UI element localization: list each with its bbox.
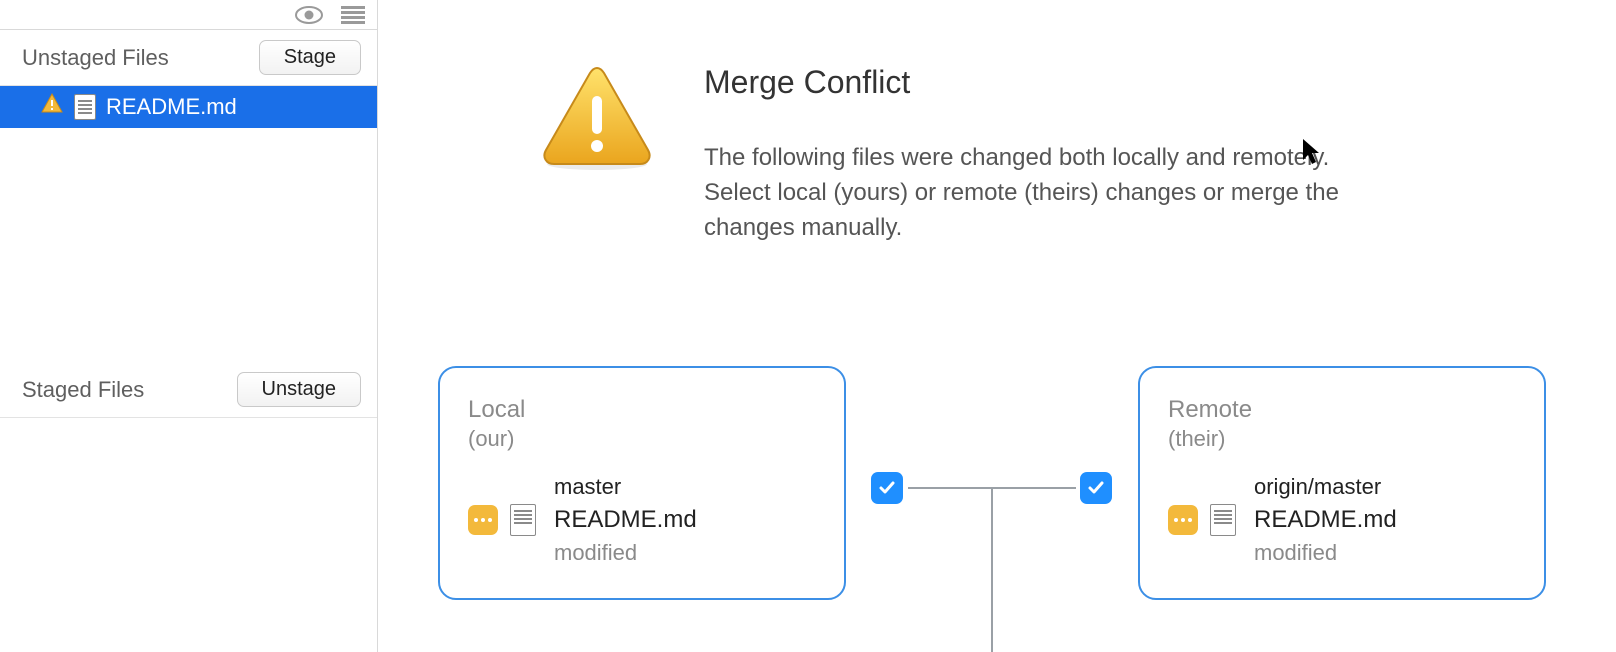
local-branch: master xyxy=(554,474,697,500)
unstage-button[interactable]: Unstage xyxy=(237,372,362,407)
local-file: README.md xyxy=(554,506,697,534)
document-icon xyxy=(74,94,96,120)
remote-branch: origin/master xyxy=(1254,474,1397,500)
remote-subheading: (their) xyxy=(1168,426,1520,452)
unstaged-file-list: README.md xyxy=(0,86,377,128)
staged-file-list xyxy=(0,418,377,652)
remote-card[interactable]: Remote (their) origin/master README.md m… xyxy=(1138,366,1546,600)
remote-heading: Remote xyxy=(1168,396,1520,424)
eye-icon[interactable] xyxy=(295,6,323,24)
document-icon xyxy=(1210,504,1236,536)
local-status: modified xyxy=(554,540,697,566)
file-row[interactable]: README.md xyxy=(0,86,377,128)
modified-badge-icon xyxy=(468,505,498,535)
local-card[interactable]: Local (our) master README.md modified xyxy=(438,366,846,600)
sidebar-toolbar xyxy=(0,0,377,30)
document-icon xyxy=(510,504,536,536)
local-heading: Local xyxy=(468,396,820,424)
remote-status: modified xyxy=(1254,540,1397,566)
warning-icon xyxy=(40,92,64,122)
remote-file: README.md xyxy=(1254,506,1397,534)
local-checkbox[interactable] xyxy=(871,472,903,504)
modified-badge-icon xyxy=(1168,505,1198,535)
conflict-description: The following files were changed both lo… xyxy=(704,141,1364,245)
stage-button[interactable]: Stage xyxy=(259,40,361,75)
conflict-header: Merge Conflict The following files were … xyxy=(378,0,1616,245)
list-icon[interactable] xyxy=(341,6,365,24)
remote-checkbox[interactable] xyxy=(1080,472,1112,504)
staged-label: Staged Files xyxy=(22,377,144,403)
unstaged-label: Unstaged Files xyxy=(22,45,169,71)
conflict-title: Merge Conflict xyxy=(704,64,1576,101)
staged-header: Staged Files Unstage xyxy=(0,362,377,418)
unstaged-header: Unstaged Files Stage xyxy=(0,30,377,86)
local-subheading: (our) xyxy=(468,426,820,452)
connector-vertical xyxy=(991,487,993,652)
sidebar: Unstaged Files Stage README.md Staged Fi… xyxy=(0,0,378,652)
file-name: README.md xyxy=(106,94,365,120)
merge-diagram: Local (our) master README.md modified Re… xyxy=(378,366,1616,652)
warning-large-icon xyxy=(538,64,656,177)
main-panel: Merge Conflict The following files were … xyxy=(378,0,1616,652)
